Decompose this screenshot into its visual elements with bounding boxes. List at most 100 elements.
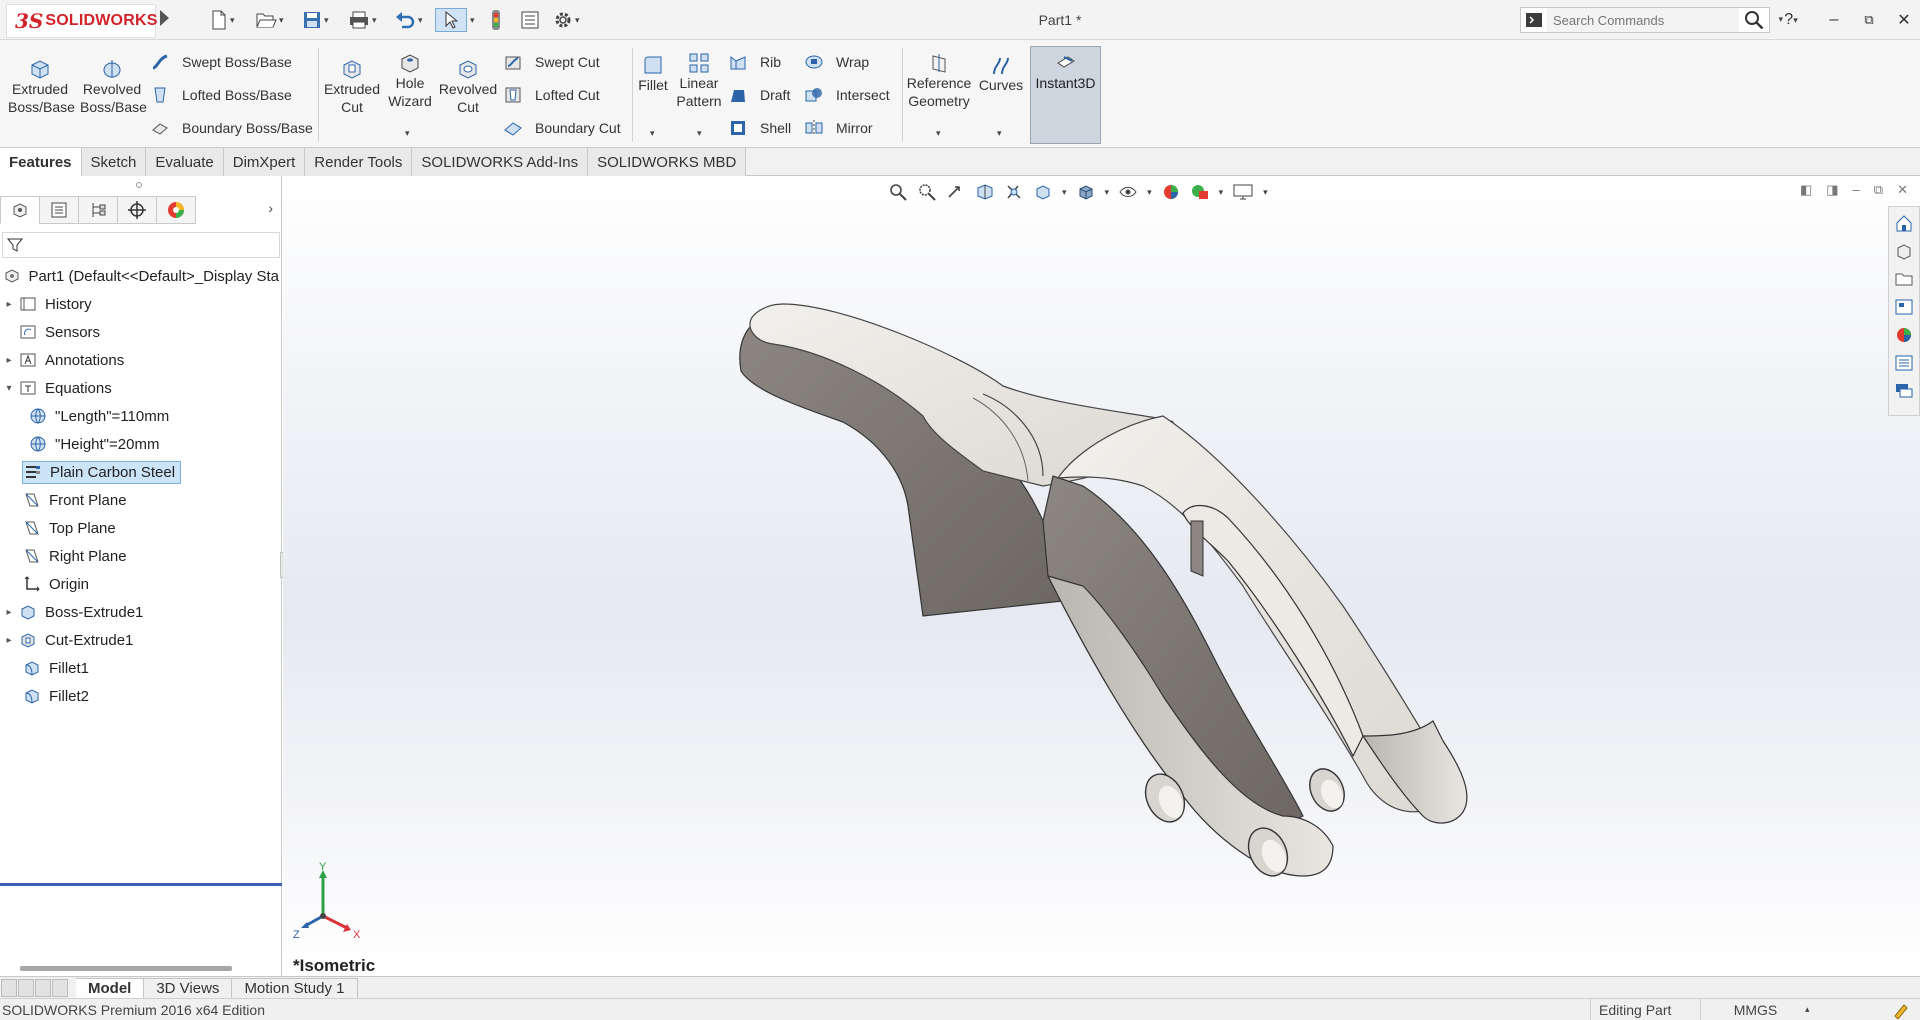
tab-features[interactable]: Features [0, 148, 82, 176]
tree-item-top-plane[interactable]: Top Plane [0, 514, 282, 542]
tree-item-fillet1[interactable]: Fillet1 [0, 654, 282, 682]
chevron-down-icon[interactable]: ▾ [470, 8, 475, 32]
view-triad[interactable]: Y X Z [293, 861, 373, 945]
open-document-button[interactable]: ▾ [255, 8, 284, 32]
horizontal-scrollbar[interactable] [20, 966, 232, 971]
chevron-down-icon[interactable]: ▾ [650, 128, 655, 139]
tree-item-fillet2[interactable]: Fillet2 [0, 682, 282, 710]
boundary-boss-button[interactable]: Boundary Boss/Base [150, 114, 313, 142]
rebuild-status-icon[interactable] [1892, 1001, 1910, 1020]
undo-button[interactable]: ▾ [394, 8, 423, 32]
revolved-boss-button[interactable]: Revolved Boss/Base [80, 50, 147, 116]
help-button[interactable]: ? ▾ [1777, 8, 1805, 32]
tree-item-right-plane[interactable]: Right Plane [0, 542, 282, 570]
intersect-button[interactable]: Intersect [804, 81, 890, 109]
chevron-down-icon[interactable]: ▾ [324, 15, 329, 26]
last-tab-button[interactable] [52, 978, 68, 997]
reference-geometry-button[interactable]: Reference Geometry [906, 44, 972, 110]
tree-item-annotations[interactable]: ▸ Annotations [0, 346, 282, 374]
options-button[interactable]: ▾ [553, 8, 580, 32]
chevron-down-icon[interactable]: ▾ [372, 15, 377, 26]
minimize-button[interactable]: – [1820, 8, 1848, 32]
propertymanager-tab[interactable] [39, 196, 79, 224]
tree-item-front-plane[interactable]: Front Plane [0, 486, 282, 514]
linear-pattern-button[interactable]: Linear Pattern [674, 44, 724, 110]
extruded-boss-button[interactable]: Extruded Boss/Base [8, 50, 75, 116]
chevron-down-icon[interactable]: ▾ [575, 15, 580, 26]
prev-tab-button[interactable] [18, 978, 34, 997]
wrap-button[interactable]: Wrap [804, 48, 869, 76]
tree-item-history[interactable]: ▸ History [0, 290, 282, 318]
unit-system-button[interactable]: MMGS [1700, 999, 1810, 1020]
rebuild-button[interactable] [488, 8, 504, 32]
curves-button[interactable]: Curves [976, 46, 1026, 94]
extruded-cut-button[interactable]: Extruded Cut [322, 50, 382, 116]
tree-root-part[interactable]: Part1 (Default<<Default>_Display Sta [0, 262, 282, 290]
print-button[interactable]: ▾ [348, 8, 377, 32]
revolved-cut-button[interactable]: Revolved Cut [438, 50, 498, 116]
tree-item-equations[interactable]: ▾ Equations [0, 374, 282, 402]
expand-arrow-icon[interactable]: ▸ [0, 607, 18, 618]
tab-mbd[interactable]: SOLIDWORKS MBD [588, 148, 747, 176]
tab-evaluate[interactable]: Evaluate [146, 148, 224, 176]
search-input[interactable] [1547, 8, 1739, 32]
shell-button[interactable]: Shell [728, 114, 791, 142]
graphics-area[interactable]: ▾ ▾ ▾ ▾ ▾ ◧ ◨ – ⧉ ✕ Y X Z *Isometric [283, 176, 1920, 976]
tree-item-boss-extrude[interactable]: ▸ Boss-Extrude1 [0, 598, 282, 626]
swept-cut-button[interactable]: Swept Cut [503, 48, 600, 76]
tree-item-sensors[interactable]: Sensors [0, 318, 282, 346]
chevron-up-icon[interactable]: ▴ [1805, 1004, 1810, 1015]
tree-filter[interactable] [2, 232, 280, 258]
tree-item-cut-extrude[interactable]: ▸ Cut-Extrude1 [0, 626, 282, 654]
new-document-button[interactable]: ▾ [210, 8, 235, 32]
collapse-arrow-icon[interactable]: ▾ [0, 383, 18, 394]
chevron-down-icon[interactable]: ▾ [279, 15, 284, 26]
dimxpertmanager-tab[interactable] [117, 196, 157, 224]
tree-item-material[interactable]: Plain Carbon Steel [0, 458, 282, 486]
expand-arrow-icon[interactable]: ▸ [0, 635, 18, 646]
chevron-right-icon[interactable]: › [268, 200, 273, 216]
tree-item-equation-height[interactable]: "Height"=20mm [0, 430, 282, 458]
search-commands-box[interactable]: ▾ [1520, 7, 1783, 33]
expand-arrow-icon[interactable]: ▸ [0, 355, 18, 366]
chevron-down-icon[interactable]: ▾ [697, 128, 702, 139]
select-button[interactable] [435, 8, 467, 32]
swept-boss-button[interactable]: Swept Boss/Base [150, 48, 292, 76]
tab-dimxpert[interactable]: DimXpert [223, 148, 306, 176]
tab-sketch[interactable]: Sketch [81, 148, 147, 176]
tab-addins[interactable]: SOLIDWORKS Add-Ins [412, 148, 589, 176]
lofted-cut-button[interactable]: Lofted Cut [503, 81, 600, 109]
boundary-cut-button[interactable]: Boundary Cut [503, 114, 621, 142]
featuremanager-tab[interactable] [0, 196, 40, 224]
configurationmanager-tab[interactable] [78, 196, 118, 224]
panel-drag-handle[interactable] [136, 182, 142, 188]
solidworks-logo[interactable]: 3S SOLIDWORKS [6, 4, 157, 38]
fillet-button[interactable]: Fillet [636, 46, 670, 94]
tab-3d-views[interactable]: 3D Views [144, 977, 233, 998]
draft-button[interactable]: Draft [728, 81, 790, 109]
tab-model[interactable]: Model [76, 977, 145, 998]
save-button[interactable]: ▾ [302, 8, 329, 32]
expand-arrow-icon[interactable]: ▸ [0, 299, 18, 310]
tab-render-tools[interactable]: Render Tools [305, 148, 413, 176]
file-properties-button[interactable] [520, 8, 540, 32]
menu-flyout-arrow-icon[interactable] [160, 10, 169, 26]
chevron-down-icon[interactable]: ▾ [997, 128, 1002, 139]
rib-button[interactable]: Rib [728, 48, 781, 76]
chevron-down-icon[interactable]: ▾ [418, 15, 423, 26]
instant3d-button[interactable]: Instant3D [1030, 46, 1101, 144]
tree-item-origin[interactable]: Origin [0, 570, 282, 598]
mirror-button[interactable]: Mirror [804, 114, 873, 142]
close-button[interactable]: ✕ [1890, 8, 1918, 32]
hole-wizard-button[interactable]: Hole Wizard [382, 44, 438, 110]
next-tab-button[interactable] [35, 978, 51, 997]
tab-motion-study[interactable]: Motion Study 1 [232, 977, 358, 998]
chevron-down-icon[interactable]: ▾ [230, 15, 235, 26]
chevron-down-icon[interactable]: ▾ [405, 128, 410, 139]
part-model-3d[interactable] [283, 176, 1920, 976]
first-tab-button[interactable] [1, 978, 17, 997]
restore-button[interactable]: ⧉ [1855, 8, 1883, 32]
rollback-bar[interactable] [0, 883, 282, 886]
lofted-boss-button[interactable]: Lofted Boss/Base [150, 81, 292, 109]
tree-item-equation-length[interactable]: "Length"=110mm [0, 402, 282, 430]
